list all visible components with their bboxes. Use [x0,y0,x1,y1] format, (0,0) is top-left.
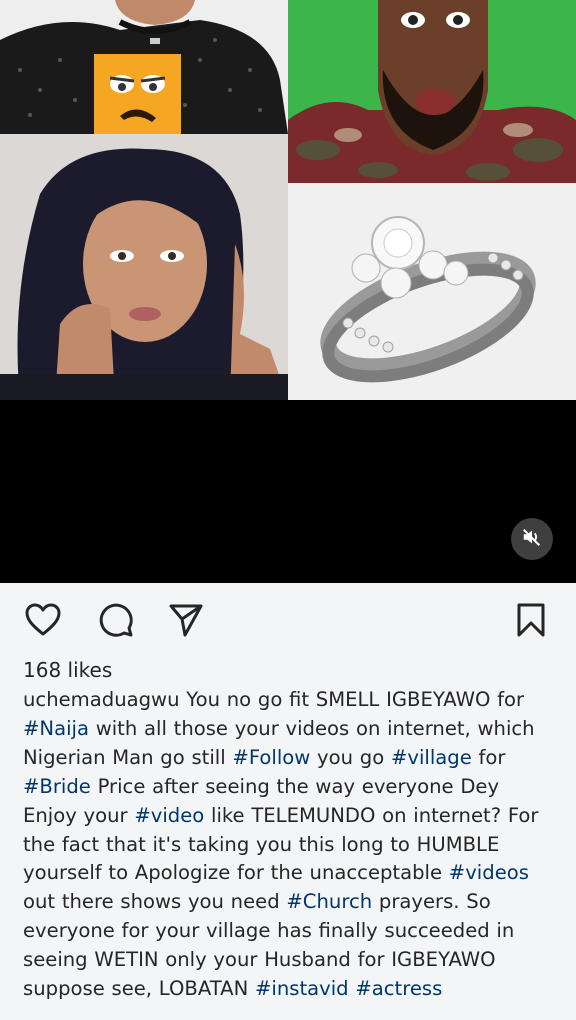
share-button[interactable] [164,600,208,644]
hashtag-link[interactable]: #village [391,746,472,769]
heart-icon [25,603,61,641]
comment-button[interactable] [94,600,138,644]
post-video[interactable] [0,0,576,583]
likes-count[interactable]: 168 likes [23,658,112,682]
caption-text: You no go fit SMELL IGBEYAWO for [179,688,525,711]
emoji-sticker [94,54,181,137]
volume-muted-icon [521,526,543,552]
hashtag-link[interactable]: #videos [449,861,529,884]
save-button[interactable] [509,600,553,644]
hashtag-link[interactable]: #instavid [255,977,349,1000]
mute-toggle-button[interactable] [511,518,553,560]
send-icon [168,602,204,642]
bookmark-icon [515,602,547,642]
caption-text: for [471,745,506,769]
caption-text: you go [310,745,391,769]
hashtag-link[interactable]: #Naija [23,717,89,740]
caption-text: out there shows you need [23,890,287,914]
post-actions-bar [0,596,576,648]
like-button[interactable] [21,600,65,644]
caption-body: You no go fit SMELL IGBEYAWO for #Naija … [23,688,538,1000]
post-caption: uchemaduagwu You no go fit SMELL IGBEYAW… [23,686,558,1004]
caption-username[interactable]: uchemaduagwu [23,688,180,711]
hashtag-link[interactable]: #video [134,804,204,827]
hashtag-link[interactable]: #Church [286,890,372,913]
hashtag-link[interactable]: #Bride [23,775,91,798]
hashtag-link[interactable]: #Follow [232,746,310,769]
collage-photo-woman-portrait [0,134,288,400]
collage-photo-wedding-ring [288,183,576,400]
collage-photo-man-camouflage [288,0,576,183]
hashtag-link[interactable]: #actress [355,977,442,1000]
comment-icon [98,602,134,642]
